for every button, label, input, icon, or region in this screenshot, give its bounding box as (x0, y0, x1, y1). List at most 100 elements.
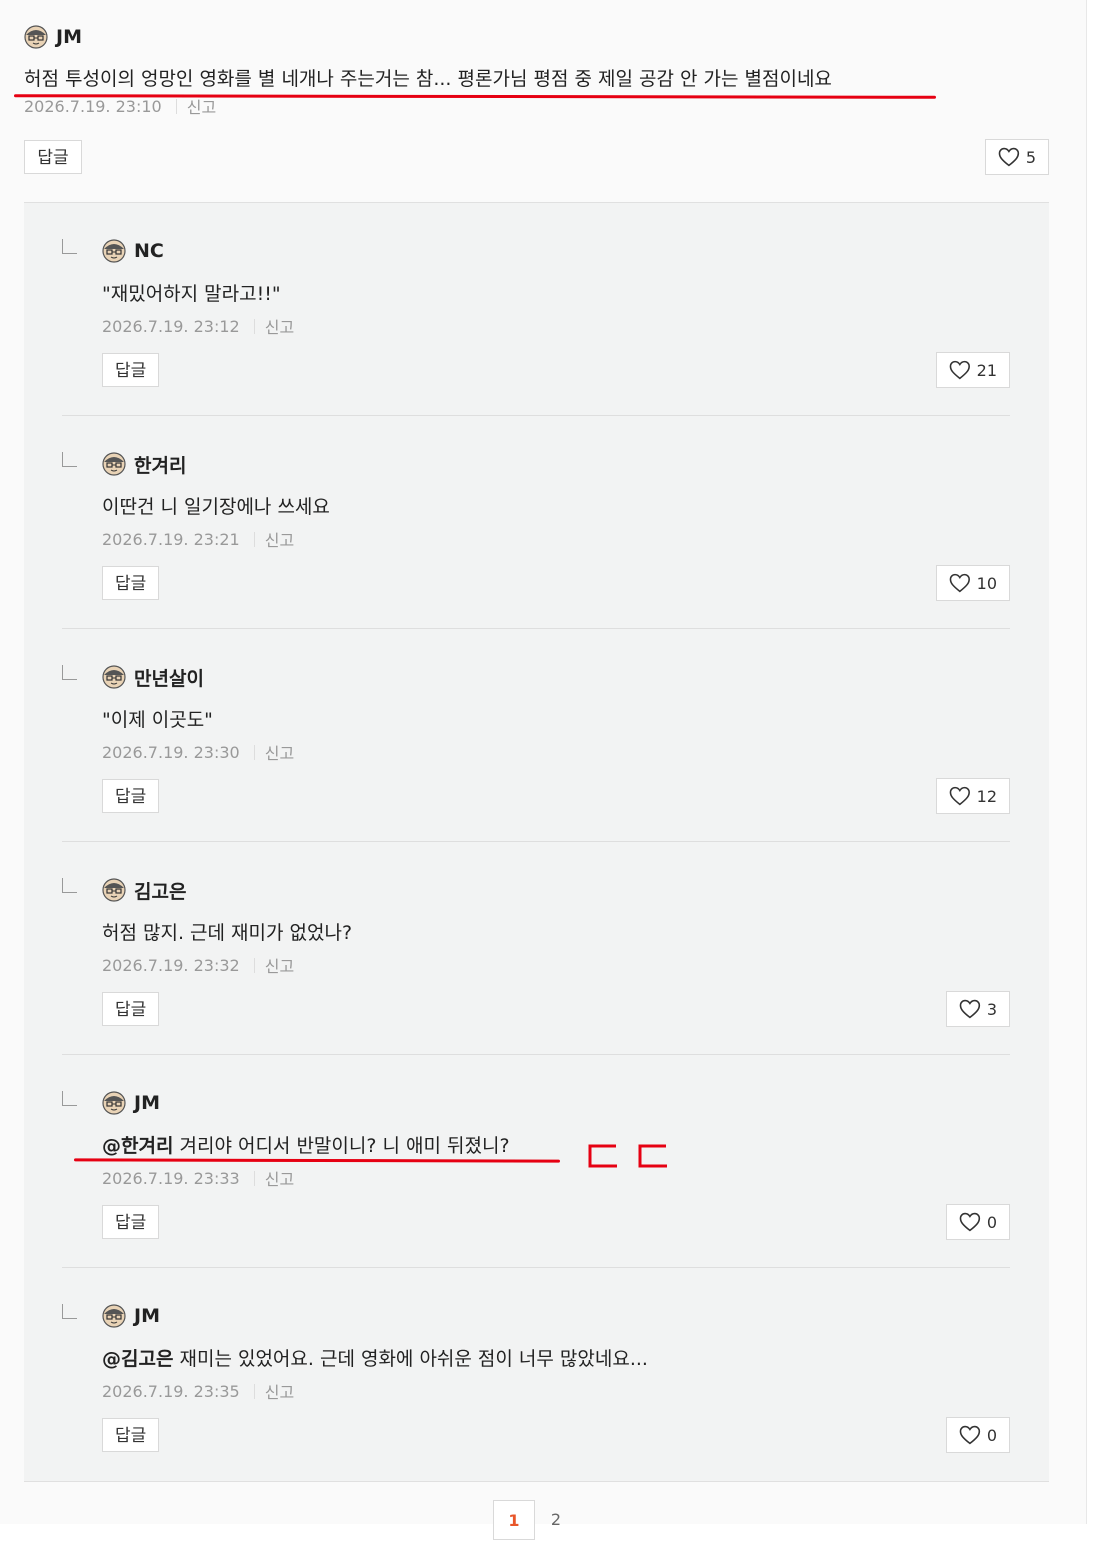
reply-meta: 2026.7.19. 23:32 신고 (102, 953, 294, 977)
reply-button[interactable]: 답글 (102, 992, 160, 1026)
reply-text: "재밌어하지 말라고!!" (102, 281, 281, 307)
red-scribble-mark (638, 1144, 667, 1168)
comment-header: JM (24, 24, 1049, 50)
like-button[interactable]: 21 (936, 352, 1010, 388)
reply-body: 이딴건 니 일기장에나 쓰세요 (102, 496, 330, 518)
reply-body: "재밌어하지 말라고!!" (102, 283, 281, 305)
reply-author[interactable]: 김고은 (134, 877, 186, 904)
like-count: 12 (976, 786, 997, 806)
reply-date: 2026.7.19. 23:12 (102, 316, 240, 336)
reply-header: 만년살이 (102, 664, 204, 690)
reply-mention[interactable]: @김고은 (102, 1348, 173, 1370)
like-button[interactable]: 12 (936, 778, 1010, 814)
reply-button[interactable]: 답글 (102, 779, 160, 813)
reply-header: 김고은 (102, 877, 186, 903)
comment-section: JM 허점 투성이의 엉망인 영화를 별 네개나 주는거는 참... 평론가님 … (0, 0, 1086, 1540)
report-link[interactable]: 신고 (265, 740, 294, 764)
like-count: 0 (986, 1425, 997, 1445)
replies-list: NC "재밌어하지 말라고!!" 2026.7.19. 23:12 신고 답글 … (24, 202, 1049, 1482)
reply-author[interactable]: NC (134, 240, 164, 262)
like-button[interactable]: 5 (985, 139, 1049, 175)
meta-divider (253, 957, 255, 973)
reply-button[interactable]: 답글 (24, 140, 82, 174)
reply-header: JM (102, 1090, 160, 1116)
avatar-icon (24, 25, 48, 49)
reply-mention[interactable]: @한겨리 (102, 1135, 173, 1157)
reply-author[interactable]: JM (134, 1092, 160, 1114)
reply-body: 재미는 있었어요. 근데 영화에 아쉬운 점이 너무 많았네요... (173, 1348, 648, 1370)
report-link[interactable]: 신고 (265, 1379, 294, 1403)
reply-button[interactable]: 답글 (102, 566, 160, 600)
reply-header: JM (102, 1303, 160, 1329)
reply-header: 한겨리 (102, 451, 186, 477)
report-link[interactable]: 신고 (265, 953, 294, 977)
like-button[interactable]: 3 (946, 991, 1010, 1027)
pagination: 1 2 (493, 1500, 577, 1540)
reply-date: 2026.7.19. 23:21 (102, 529, 240, 549)
heart-icon (959, 999, 981, 1019)
like-button[interactable]: 0 (946, 1417, 1010, 1453)
reply-item: NC "재밌어하지 말라고!!" 2026.7.19. 23:12 신고 답글 … (24, 203, 1049, 416)
reply-button[interactable]: 답글 (102, 1418, 160, 1452)
heart-icon (949, 573, 970, 593)
like-count: 5 (1025, 147, 1036, 167)
reply-item: 김고은 허점 많지. 근데 재미가 없었나? 2026.7.19. 23:32 … (24, 842, 1049, 1055)
reply-date: 2026.7.19. 23:33 (102, 1168, 240, 1188)
reply-text: 이딴건 니 일기장에나 쓰세요 (102, 494, 330, 520)
avatar-icon (102, 665, 126, 689)
reply-text: @한겨리 겨리야 어디서 반말이니? 니 애미 뒤졌니? (102, 1133, 510, 1159)
reply-header: NC (102, 238, 164, 264)
page-1-button[interactable]: 1 (493, 1500, 535, 1540)
reply-text: @김고은 재미는 있었어요. 근데 영화에 아쉬운 점이 너무 많았네요... (102, 1346, 648, 1372)
avatar-icon (102, 452, 126, 476)
like-button[interactable]: 10 (936, 565, 1010, 601)
report-link[interactable]: 신고 (265, 527, 294, 551)
heart-icon (959, 1212, 981, 1232)
reply-arrow-icon (62, 665, 77, 680)
avatar-icon (102, 1304, 126, 1328)
reply-meta: 2026.7.19. 23:35 신고 (102, 1379, 294, 1403)
scrollbar-track[interactable] (1086, 0, 1108, 1524)
report-link[interactable]: 신고 (265, 314, 294, 338)
like-count: 21 (976, 360, 997, 380)
heart-icon (998, 147, 1020, 167)
heart-icon (949, 786, 970, 806)
report-link[interactable]: 신고 (187, 94, 216, 118)
reply-date: 2026.7.19. 23:32 (102, 955, 240, 975)
reply-item: 만년살이 "이제 이곳도" 2026.7.19. 23:30 신고 답글 12 (24, 629, 1049, 842)
reply-button[interactable]: 답글 (102, 1205, 160, 1239)
reply-arrow-icon (62, 452, 77, 467)
meta-divider (253, 1383, 255, 1399)
avatar-icon (102, 239, 126, 263)
reply-arrow-icon (62, 239, 77, 254)
reply-author[interactable]: JM (134, 1305, 160, 1327)
red-scribble-mark (588, 1144, 617, 1168)
reply-body: 겨리야 어디서 반말이니? 니 애미 뒤졌니? (173, 1135, 510, 1157)
avatar-icon (102, 878, 126, 902)
reply-text: "이제 이곳도" (102, 707, 213, 733)
reply-body: "이제 이곳도" (102, 709, 213, 731)
comment-date: 2026.7.19. 23:10 (24, 96, 162, 116)
page-2-button[interactable]: 2 (535, 1500, 577, 1540)
reply-meta: 2026.7.19. 23:12 신고 (102, 314, 294, 338)
reply-date: 2026.7.19. 23:35 (102, 1381, 240, 1401)
like-count: 3 (986, 999, 997, 1019)
meta-divider (175, 98, 177, 114)
reply-item: 한겨리 이딴건 니 일기장에나 쓰세요 2026.7.19. 23:21 신고 … (24, 416, 1049, 629)
reply-body: 허점 많지. 근데 재미가 없었나? (102, 922, 353, 944)
comment-text: 허점 투성이의 엉망인 영화를 별 네개나 주는거는 참... 평론가님 평점 … (24, 68, 832, 90)
like-button[interactable]: 0 (946, 1204, 1010, 1240)
meta-divider (253, 1170, 255, 1186)
report-link[interactable]: 신고 (265, 1166, 294, 1190)
reply-meta: 2026.7.19. 23:21 신고 (102, 527, 294, 551)
reply-author[interactable]: 만년살이 (134, 664, 204, 691)
avatar-icon (102, 1091, 126, 1115)
like-count: 10 (976, 573, 997, 593)
top-comment: JM 허점 투성이의 엉망인 영화를 별 네개나 주는거는 참... 평론가님 … (24, 24, 1049, 118)
comment-author[interactable]: JM (56, 26, 82, 48)
reply-date: 2026.7.19. 23:30 (102, 742, 240, 762)
meta-divider (253, 744, 255, 760)
reply-button[interactable]: 답글 (102, 353, 160, 387)
reply-author[interactable]: 한겨리 (134, 451, 186, 478)
meta-divider (253, 531, 255, 547)
